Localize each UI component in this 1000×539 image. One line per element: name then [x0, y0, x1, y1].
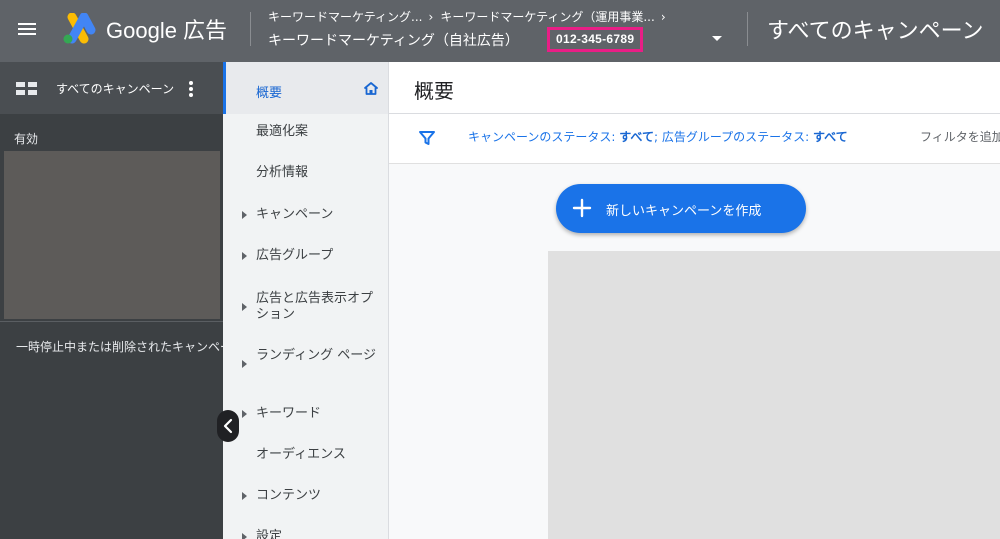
nav-item-landing-pages[interactable]: ランディング ページ — [223, 348, 388, 384]
campaign-panel-header: すべてのキャンペーン — [0, 62, 223, 114]
nav-item-label: キーワード — [256, 406, 322, 421]
account-name[interactable]: キーワードマーケティング（自社広告） — [268, 30, 519, 50]
grid-view-icon[interactable] — [16, 82, 38, 96]
filter-icon[interactable] — [418, 129, 436, 147]
chevron-left-icon — [223, 418, 233, 434]
create-campaign-button[interactable]: 新しいキャンペーンを作成 — [556, 184, 806, 233]
chevron-right-icon: › — [428, 10, 434, 24]
breadcrumb-item[interactable]: キーワードマーケティング（運用事業... — [440, 10, 655, 24]
expand-arrow-icon — [242, 492, 247, 500]
nav-item-label: 広告と広告表示オプション — [256, 291, 374, 322]
filter-bar: キャンペーンのステータス: すべて; 広告グループのステータス: すべて フィル… — [389, 114, 1000, 164]
nav-item-label: 設定 — [256, 529, 283, 539]
breadcrumb: キーワードマーケティング... › キーワードマーケティング（運用事業... › — [268, 8, 673, 25]
panel-divider — [0, 321, 223, 322]
filter-value: すべて — [812, 130, 848, 144]
customer-id: 012-345-6789 — [547, 27, 644, 52]
nav-item-label: ランディング ページ — [256, 348, 376, 363]
nav-item-content[interactable]: コンテンツ — [223, 488, 388, 508]
all-campaigns-link[interactable]: すべてのキャンペーン — [56, 80, 174, 97]
enabled-campaign-list — [4, 151, 220, 319]
nav-item-insights[interactable]: 分析情報 — [223, 165, 388, 185]
section-title: 概要 — [414, 79, 454, 103]
nav-item-audiences[interactable]: オーディエンス — [223, 447, 388, 467]
enabled-section-label: 有効 — [14, 132, 39, 146]
collapse-panel-button[interactable] — [217, 410, 239, 442]
nav-item-label: 広告グループ — [256, 248, 334, 263]
filter-value: すべて — [619, 130, 654, 144]
header-divider — [250, 12, 251, 46]
menu-icon[interactable] — [18, 20, 42, 40]
nav-item-label: キャンペーン — [256, 207, 334, 222]
page-navigation: 概要 最適化案 分析情報 キャンペーン 広告グループ 広告と広告表示オプション … — [223, 62, 389, 539]
top-header: Google 広告 キーワードマーケティング... › キーワードマーケティング（運… — [0, 0, 1000, 62]
nav-item-label: オーディエンス — [256, 447, 346, 462]
expand-arrow-icon — [242, 410, 247, 418]
more-options-icon[interactable] — [189, 80, 197, 100]
chevron-right-icon: › — [660, 10, 666, 24]
header-divider — [747, 12, 748, 46]
home-icon — [364, 82, 378, 95]
paused-removed-campaigns-link[interactable]: 一時停止中または削除されたキャンペーン — [16, 338, 223, 355]
nav-item-recommendations[interactable]: 最適化案 — [223, 124, 388, 144]
main-header: 概要 — [389, 62, 1000, 114]
nav-item-campaigns[interactable]: キャンペーン — [223, 207, 388, 227]
expand-arrow-icon — [242, 252, 247, 260]
filter-separator: ; — [653, 130, 662, 144]
filter-label: 広告グループのステータス: — [661, 130, 813, 144]
nav-item-label: コンテンツ — [256, 488, 322, 503]
nav-item-ads-extensions[interactable]: 広告と広告表示オプション — [223, 291, 388, 327]
filter-label: キャンペーンのステータス: — [468, 130, 620, 144]
nav-item-settings[interactable]: 設定 — [223, 529, 388, 539]
nav-item-label: 概要 — [256, 86, 283, 101]
active-filters[interactable]: キャンペーンのステータス: すべて; 広告グループのステータス: すべて — [468, 128, 848, 145]
campaign-panel: すべてのキャンペーン 有効 一時停止中または削除されたキャンペーン — [0, 62, 223, 539]
page-title: すべてのキャンペーン — [767, 19, 984, 44]
plus-icon — [572, 198, 592, 218]
nav-item-label: 最適化案 — [256, 124, 309, 139]
create-campaign-label: 新しいキャンペーンを作成 — [606, 204, 762, 219]
nav-item-ad-groups[interactable]: 広告グループ — [223, 248, 388, 268]
dropdown-arrow-icon[interactable] — [712, 36, 722, 41]
expand-arrow-icon — [242, 303, 247, 311]
expand-arrow-icon — [242, 360, 247, 368]
nav-item-keywords[interactable]: キーワード — [223, 406, 388, 426]
overview-card-placeholder — [548, 251, 1000, 539]
brand-name: Google 広告 — [106, 18, 228, 43]
add-filter-input[interactable]: フィルタを追加 — [920, 128, 1000, 145]
expand-arrow-icon — [242, 533, 247, 539]
expand-arrow-icon — [242, 211, 247, 219]
nav-item-overview[interactable]: 概要 — [223, 62, 388, 114]
nav-item-label: 分析情報 — [256, 165, 309, 180]
breadcrumb-item[interactable]: キーワードマーケティング... — [268, 10, 423, 24]
google-ads-logo[interactable] — [60, 13, 96, 45]
